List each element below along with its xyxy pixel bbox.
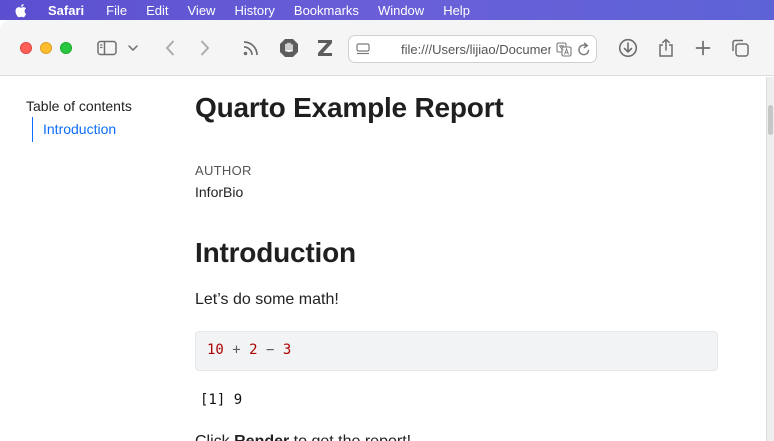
author-name: InforBio	[195, 184, 244, 200]
menu-bar: Safari File Edit View History Bookmarks …	[0, 0, 774, 20]
paragraph-intro: Let’s do some math!	[195, 291, 339, 308]
apple-menu-icon[interactable]	[14, 2, 28, 18]
menu-history[interactable]: History	[234, 3, 274, 18]
back-icon[interactable]	[159, 37, 181, 59]
render-text-before: Click	[195, 433, 234, 441]
chevron-down-icon[interactable]	[126, 37, 140, 59]
translate-icon[interactable]	[556, 42, 572, 57]
url-text[interactable]: file:///Users/lijiao/Documents	[401, 42, 551, 57]
paragraph-render: Click Render to get the report!	[195, 433, 411, 441]
zotero-icon[interactable]	[314, 37, 336, 59]
menu-file[interactable]: File	[106, 3, 127, 18]
toc-item-introduction[interactable]: Introduction	[32, 117, 116, 142]
zoom-window-button[interactable]	[60, 42, 72, 54]
section-heading-introduction: Introduction	[195, 237, 356, 268]
menu-bookmarks[interactable]: Bookmarks	[294, 3, 359, 18]
menu-safari[interactable]: Safari	[48, 3, 84, 18]
sidebar-icon[interactable]	[96, 37, 118, 59]
tab-overview-icon[interactable]	[729, 37, 751, 59]
new-tab-icon[interactable]	[692, 37, 714, 59]
rss-icon[interactable]	[240, 37, 262, 59]
shield-extension-icon[interactable]	[278, 37, 300, 59]
safari-window: file:///Users/lijiao/Documents Table of …	[0, 20, 774, 441]
scrollbar[interactable]	[766, 77, 774, 441]
menu-view[interactable]: View	[188, 3, 216, 18]
code-block[interactable]: 10 + 2 − 3	[195, 331, 718, 371]
code-output: [1] 9	[200, 392, 243, 408]
download-icon[interactable]	[617, 37, 639, 59]
menu-window[interactable]: Window	[378, 3, 424, 18]
share-icon[interactable]	[655, 37, 677, 59]
reload-icon[interactable]	[577, 42, 591, 57]
render-text-after: to get the report!	[289, 433, 411, 441]
minimize-window-button[interactable]	[40, 42, 52, 54]
toc-title: Table of contents	[26, 98, 132, 114]
code-number: 3	[282, 342, 292, 358]
code-number: 10	[207, 342, 224, 358]
scrollbar-thumb[interactable]	[768, 105, 773, 135]
render-text-bold: Render	[234, 433, 289, 441]
code-operator: +	[232, 342, 241, 358]
page-settings-icon[interactable]	[356, 43, 370, 56]
menu-edit[interactable]: Edit	[146, 3, 168, 18]
web-page: Table of contents Introduction Quarto Ex…	[0, 77, 766, 441]
browser-toolbar: file:///Users/lijiao/Documents	[0, 20, 774, 76]
author-label: AUTHOR	[195, 163, 252, 178]
forward-icon[interactable]	[194, 37, 216, 59]
menu-help[interactable]: Help	[443, 3, 470, 18]
close-window-button[interactable]	[20, 42, 32, 54]
code-number: 2	[249, 342, 258, 358]
code-operator: −	[266, 342, 275, 358]
address-bar[interactable]: file:///Users/lijiao/Documents	[348, 35, 597, 63]
page-title: Quarto Example Report	[195, 92, 504, 123]
